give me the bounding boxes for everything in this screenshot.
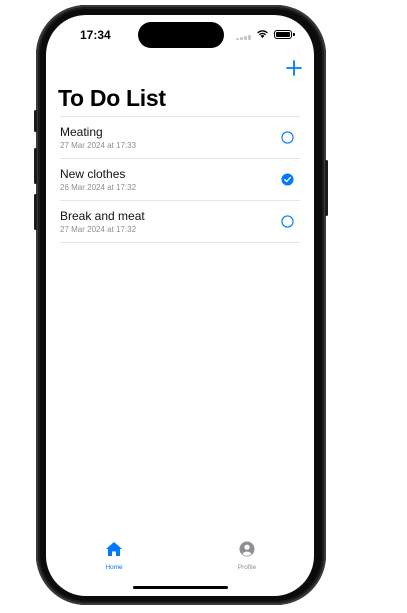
cellular-signal-icon <box>236 34 254 40</box>
tab-profile[interactable]: Profile <box>217 541 277 571</box>
volume-up-button <box>34 148 37 184</box>
task-list: Meating 27 Mar 2024 at 17:33 New clothes… <box>60 116 300 243</box>
tab-label: Home <box>105 564 123 571</box>
wifi-icon <box>257 30 268 38</box>
task-name: Meating <box>60 125 103 139</box>
task-date: 27 Mar 2024 at 17:33 <box>60 141 137 150</box>
task-row[interactable]: Meating 27 Mar 2024 at 17:33 <box>60 116 300 158</box>
task-name: Break and meat <box>60 209 145 223</box>
task-date: 26 Mar 2024 at 17:32 <box>60 183 137 192</box>
plus-icon <box>286 60 302 76</box>
add-task-button[interactable] <box>285 59 303 77</box>
incomplete-circle-icon[interactable] <box>281 131 294 144</box>
page-title: To Do List <box>58 85 166 111</box>
tab-label: Profile <box>237 564 257 571</box>
dynamic-island <box>138 22 224 48</box>
power-button <box>325 160 328 216</box>
checkmark-circle-icon[interactable] <box>281 173 294 186</box>
incomplete-circle-icon[interactable] <box>281 215 294 228</box>
app-screen: 17:34 To Do List Meating 27 Mar 2024 at … <box>46 15 314 596</box>
task-name: New clothes <box>60 167 126 181</box>
home-indicator <box>133 586 228 589</box>
task-date: 27 Mar 2024 at 17:32 <box>60 225 137 234</box>
action-button <box>34 110 37 132</box>
status-time: 17:34 <box>80 28 111 42</box>
tab-home[interactable]: Home <box>84 541 144 571</box>
person-circle-icon <box>239 541 255 557</box>
tab-bar: Home Profile <box>46 535 314 575</box>
battery-icon <box>274 30 295 39</box>
house-icon <box>106 542 122 556</box>
task-row[interactable]: Break and meat 27 Mar 2024 at 17:32 <box>60 200 300 243</box>
task-row[interactable]: New clothes 26 Mar 2024 at 17:32 <box>60 158 300 200</box>
volume-down-button <box>34 194 37 230</box>
